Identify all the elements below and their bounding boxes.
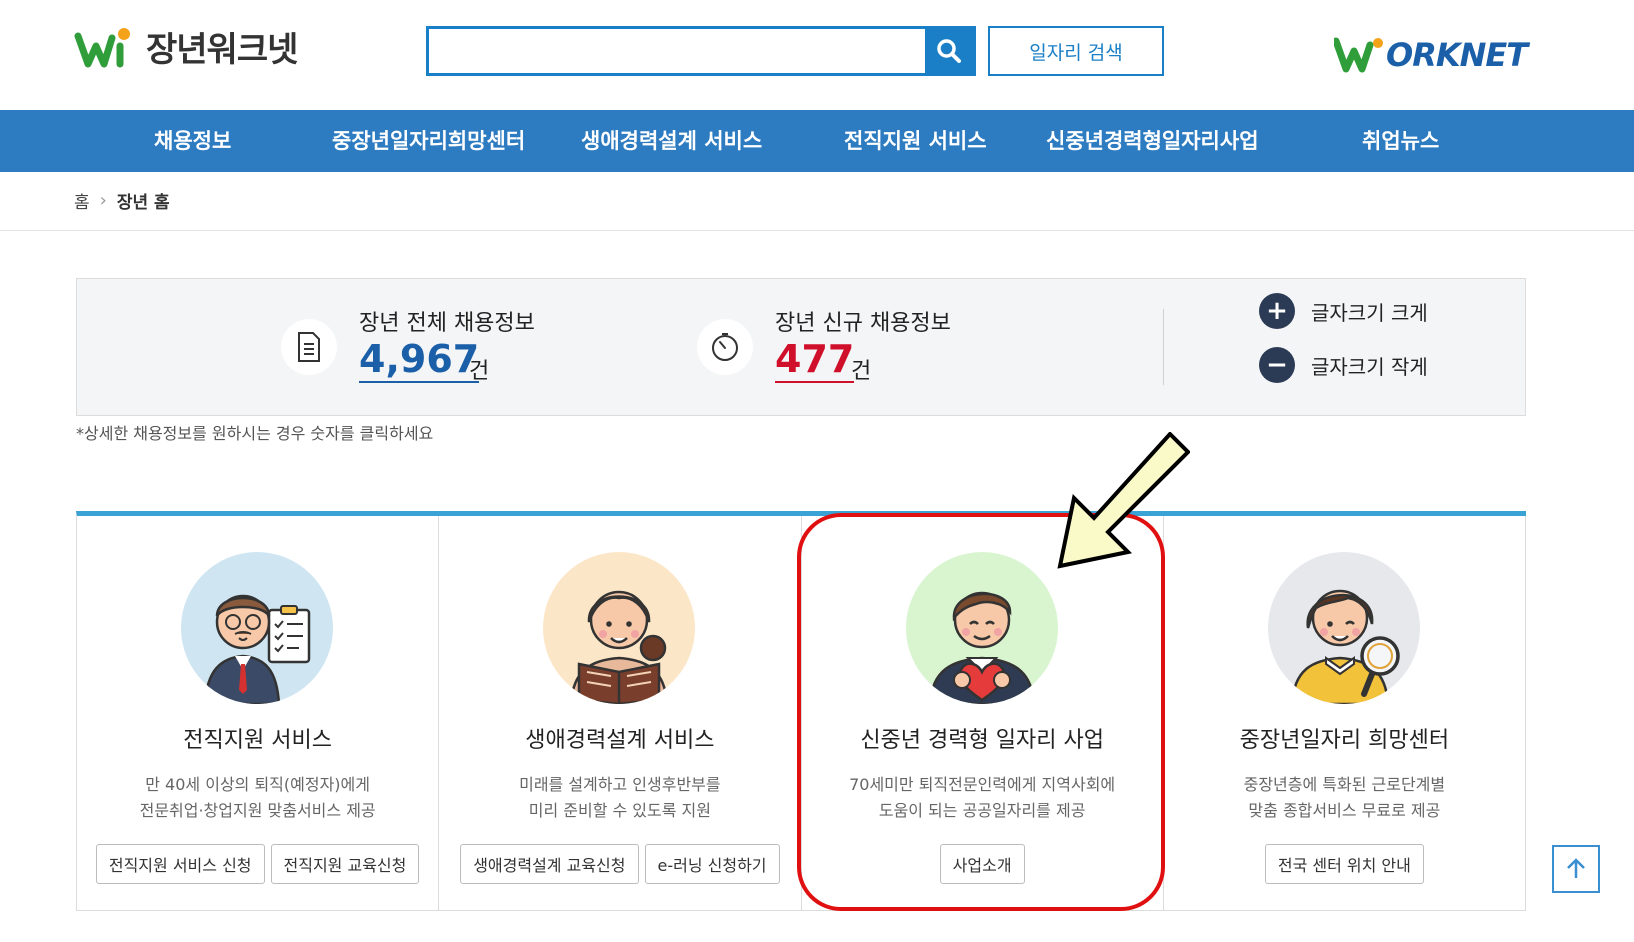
document-icon — [298, 332, 320, 362]
man-holding-heart-icon — [928, 591, 1035, 704]
service-cards: 전직지원 서비스 만 40세 이상의 퇴직(예정자)에게 전문취업·창업지원 맞… — [76, 511, 1526, 911]
card-title: 신중년 경력형 일자리 사업 — [860, 728, 1104, 753]
nav-item-recruit[interactable]: 채용정보 — [154, 110, 231, 172]
card-desc-line: 중장년층에 특화된 근로단계별 — [1243, 775, 1446, 794]
worknet-logo-text: ORKNET — [1386, 36, 1528, 74]
card-title: 중장년일자리 희망센터 — [1239, 728, 1450, 753]
stat-new-icon-wrap — [697, 319, 753, 375]
breadcrumb: 홈 › 장년 홈 — [74, 188, 170, 213]
plus-icon: + — [1259, 293, 1295, 329]
stat-new-value[interactable]: 477 — [775, 337, 855, 383]
card-desc-line: 미래를 설계하고 인생후반부를 — [519, 775, 721, 794]
card-desc-line: 미리 준비할 수 있도록 지원 — [528, 801, 711, 820]
stat-new-unit: 건 — [851, 359, 872, 384]
search-box — [426, 26, 976, 76]
elearning-apply-button[interactable]: e-러닝 신청하기 — [644, 844, 780, 884]
career-design-education-apply-button[interactable]: 생애경력설계 교육신청 — [460, 844, 639, 884]
job-search-button[interactable]: 일자리 검색 — [988, 26, 1164, 76]
card-title: 생애경력설계 서비스 — [525, 728, 715, 753]
card-buttons: 전직지원 서비스 신청 전직지원 교육신청 — [77, 844, 438, 884]
clock-icon — [712, 333, 738, 361]
stat-total-label: 장년 전체 채용정보 — [359, 311, 535, 336]
minus-icon: − — [1259, 347, 1295, 383]
transition-education-apply-button[interactable]: 전직지원 교육신청 — [270, 844, 420, 884]
avatar-career-design — [543, 552, 696, 704]
logo-title: 장년워크넷 — [146, 30, 298, 70]
breadcrumb-home[interactable]: 홈 — [74, 188, 90, 213]
font-size-increase-label: 글자크기 크게 — [1311, 300, 1428, 325]
card-title: 전직지원 서비스 — [183, 728, 332, 753]
man-with-checklist-icon — [203, 594, 311, 704]
site-header: 장년워크넷 일자리 검색 ORKNET — [0, 0, 1634, 110]
card-desc-line: 도움이 되는 공공일자리를 제공 — [878, 801, 1086, 820]
main-nav: 채용정보 중장년일자리희망센터 생애경력설계 서비스 전직지원 서비스 신중년경… — [0, 110, 1634, 172]
scroll-to-top-button[interactable] — [1552, 845, 1600, 893]
card-desc-line: 전문취업·창업지원 맞춤서비스 제공 — [139, 801, 376, 820]
nav-item-transition-support[interactable]: 전직지원 서비스 — [844, 110, 987, 172]
search-input[interactable] — [429, 29, 925, 73]
stat-new-label: 장년 신규 채용정보 — [775, 311, 951, 336]
stat-total-unit: 건 — [469, 359, 490, 384]
project-intro-button[interactable]: 사업소개 — [939, 844, 1025, 884]
stat-total-icon-wrap — [281, 319, 337, 375]
card-senior-job-project: 신중년 경력형 일자리 사업 70세미만 퇴직전문인력에게 지역사회에 도움이 … — [802, 516, 1164, 911]
card-career-design: 생애경력설계 서비스 미래를 설계하고 인생후반부를 미리 준비할 수 있도록 … — [439, 516, 802, 911]
stat-total-value[interactable]: 4,967 — [359, 337, 480, 383]
worknet-w-logo-icon — [74, 27, 130, 67]
nav-item-senior-job-project[interactable]: 신중년경력형일자리사업 — [1046, 110, 1259, 172]
card-desc-line: 70세미만 퇴직전문인력에게 지역사회에 — [849, 775, 1116, 794]
job-stats-panel: 장년 전체 채용정보 4,967 건 장년 신규 채용정보 477 건 + 글자… — [76, 278, 1526, 416]
card-description: 중장년층에 특화된 근로단계별 맞춤 종합서비스 무료로 제공 — [1164, 772, 1525, 824]
card-desc-line: 만 40세 이상의 퇴직(예정자)에게 — [145, 775, 370, 794]
transition-service-apply-button[interactable]: 전직지원 서비스 신청 — [95, 844, 265, 884]
nav-item-employment-news[interactable]: 취업뉴스 — [1362, 110, 1439, 172]
card-description: 미래를 설계하고 인생후반부를 미리 준비할 수 있도록 지원 — [439, 772, 800, 824]
avatar-senior-job-project — [905, 552, 1058, 704]
worknet-logo[interactable]: ORKNET — [1334, 30, 1528, 80]
jangnyeon-worknet-logo[interactable]: 장년워크넷 — [74, 22, 298, 71]
search-button[interactable] — [925, 29, 973, 73]
nav-item-hope-center[interactable]: 중장년일자리희망센터 — [332, 110, 525, 172]
nav-item-career-design[interactable]: 생애경력설계 서비스 — [581, 110, 762, 172]
breadcrumb-divider — [0, 230, 1634, 231]
arrow-up-icon — [1567, 858, 1585, 878]
card-desc-line: 맞춤 종합서비스 무료로 제공 — [1248, 801, 1441, 820]
font-size-decrease-button[interactable]: − 글자크기 작게 — [1259, 347, 1428, 383]
card-buttons: 전국 센터 위치 안내 — [1164, 844, 1525, 884]
center-location-button[interactable]: 전국 센터 위치 안내 — [1264, 844, 1424, 884]
woman-reading-book-icon — [569, 590, 669, 704]
search-icon — [937, 39, 961, 63]
font-size-decrease-label: 글자크기 작게 — [1311, 354, 1428, 379]
card-description: 만 40세 이상의 퇴직(예정자)에게 전문취업·창업지원 맞춤서비스 제공 — [77, 772, 438, 824]
font-size-increase-button[interactable]: + 글자크기 크게 — [1259, 293, 1428, 329]
card-buttons: 생애경력설계 교육신청 e-러닝 신청하기 — [439, 844, 800, 884]
stats-note: *상세한 채용정보를 원하시는 경우 숫자를 클릭하세요 — [76, 424, 434, 443]
avatar-transition-support — [181, 552, 333, 704]
card-transition-support: 전직지원 서비스 만 40세 이상의 퇴직(예정자)에게 전문취업·창업지원 맞… — [77, 516, 440, 911]
card-description: 70세미만 퇴직전문인력에게 지역사회에 도움이 되는 공공일자리를 제공 — [802, 772, 1163, 824]
stats-divider — [1163, 309, 1164, 385]
chevron-right-icon: › — [99, 190, 107, 211]
breadcrumb-current: 장년 홈 — [116, 193, 170, 213]
woman-with-magnifier-icon — [1290, 589, 1400, 704]
worknet-w-icon — [1334, 37, 1383, 73]
avatar-hope-center — [1267, 552, 1420, 704]
card-hope-center: 중장년일자리 희망센터 중장년층에 특화된 근로단계별 맞춤 종합서비스 무료로… — [1164, 516, 1526, 911]
card-buttons: 사업소개 — [802, 844, 1163, 884]
